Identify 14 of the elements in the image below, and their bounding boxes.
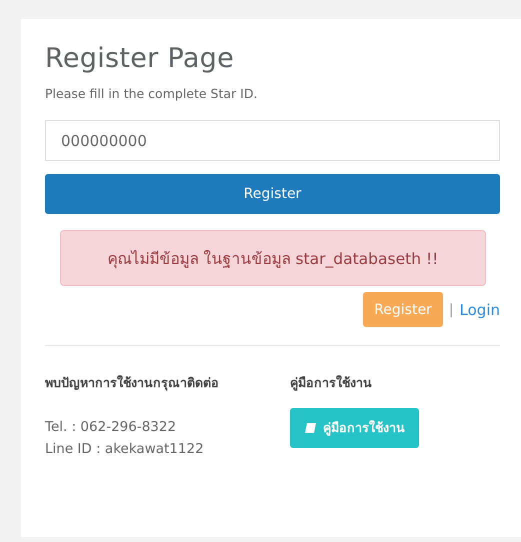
error-alert: คุณไม่มีข้อมูล ในฐานข้อมูล star_databaseth !!: [60, 230, 486, 286]
register-button[interactable]: Register: [363, 292, 443, 327]
contact-heading: พบปัญหาการใช้งานกรุณาติดต่อ: [45, 374, 220, 393]
contact-line: Tel. : 062-296-8322: [45, 418, 178, 437]
manual-button[interactable]: คู่มือการใช้งาน: [290, 408, 419, 448]
login-link[interactable]: Login: [460, 300, 500, 318]
page-subtitle: Please fill in the complete Star ID.: [45, 86, 258, 101]
register-button[interactable]: Register: [45, 174, 500, 214]
separator: |: [448, 302, 454, 318]
manual-heading: คู่มือการใช้งาน: [290, 374, 373, 393]
book-icon: [304, 422, 317, 434]
contact-line: Line ID : akekawat1122: [45, 440, 205, 459]
star-id-field[interactable]: 000000000: [45, 120, 500, 161]
page-title: Register Page: [45, 43, 236, 74]
